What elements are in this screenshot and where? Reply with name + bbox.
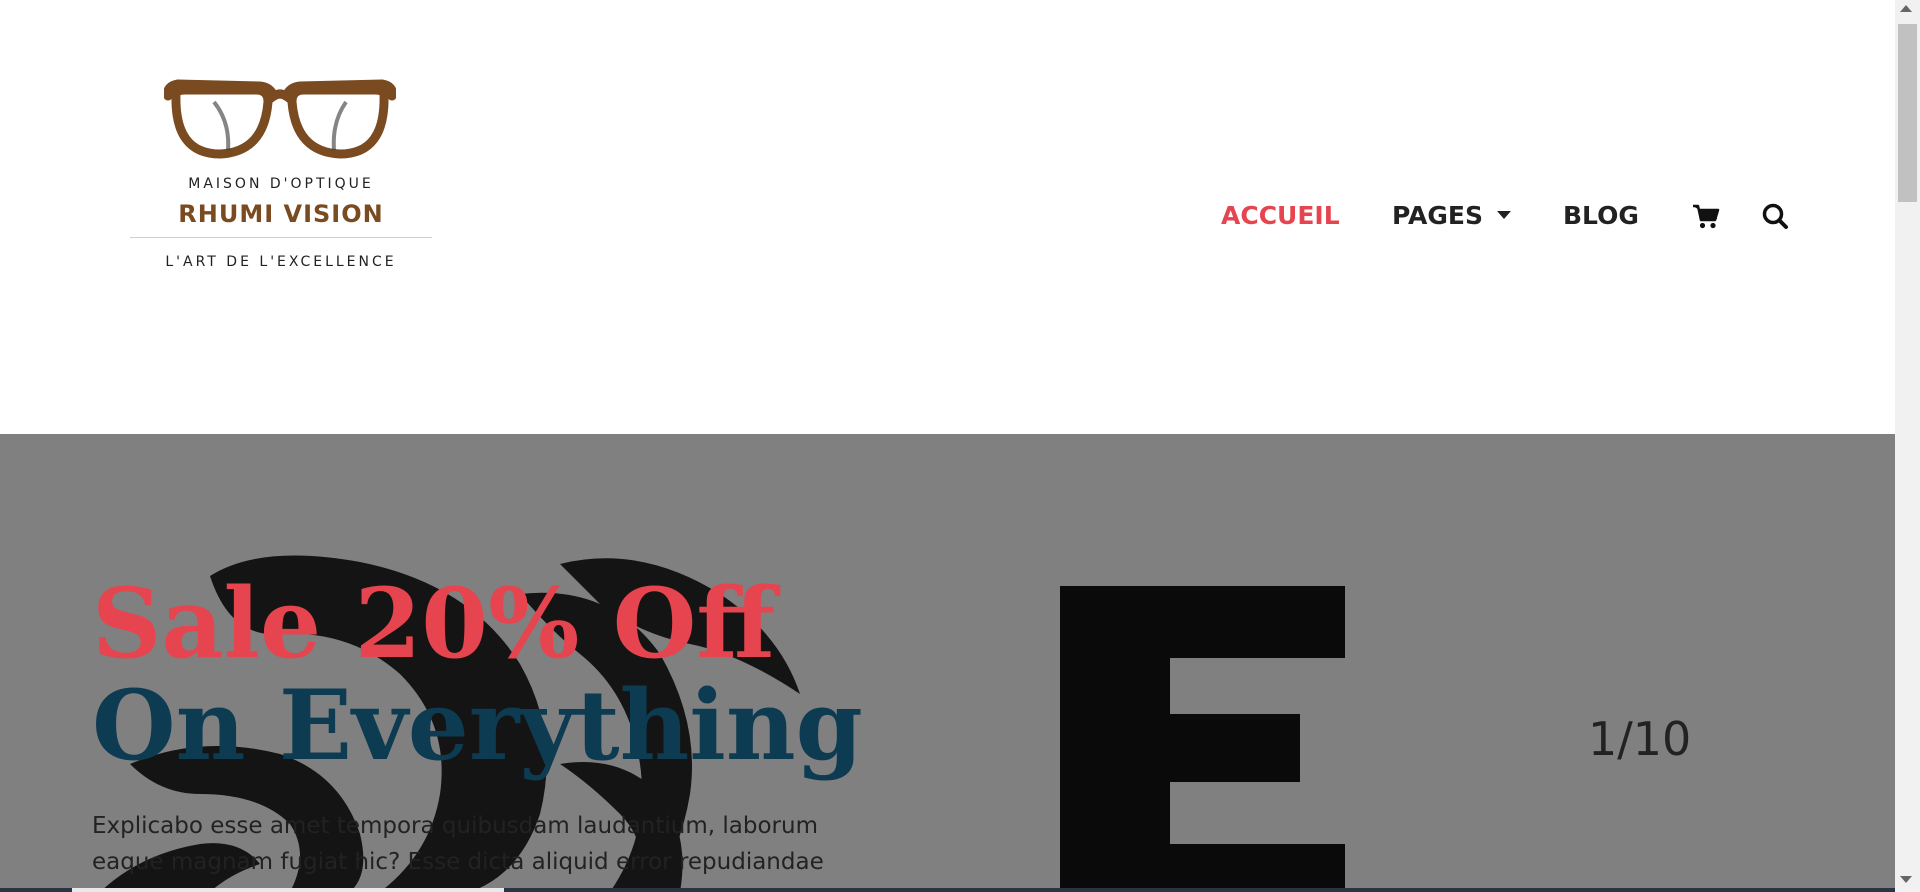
logo-tagline-bottom: L'ART DE L'EXCELLENCE <box>165 254 397 270</box>
cart-button[interactable] <box>1690 200 1722 232</box>
nav-item-blog[interactable]: BLOG <box>1563 198 1639 234</box>
search-button[interactable] <box>1760 200 1792 232</box>
nav-item-label: PAGES <box>1392 201 1483 230</box>
logo-tagline-top: MAISON D'OPTIQUE <box>188 176 374 192</box>
brand-logo[interactable]: MAISON D'OPTIQUE RHUMI VISION L'ART DE L… <box>128 64 434 278</box>
logo-divider <box>130 237 432 238</box>
logo-brand-name: RHUMI VISION <box>178 200 384 228</box>
search-icon <box>1762 203 1788 229</box>
scroll-up-icon[interactable] <box>1900 5 1912 12</box>
scrollbar-thumb[interactable] <box>1898 24 1917 202</box>
hero-headline-line2: On Everything <box>92 669 863 782</box>
hero-body-text: Explicabo esse amet tempora quibusdam la… <box>92 813 824 875</box>
nav-item-label: ACCUEIL <box>1221 201 1340 230</box>
hero-slider[interactable]: Sale 20% Off On Everything Explicabo ess… <box>0 434 1895 892</box>
site-header: MAISON D'OPTIQUE RHUMI VISION L'ART DE L… <box>0 0 1895 434</box>
slider-progress-bar <box>0 888 1895 892</box>
slide-counter: 1/10 <box>1588 712 1692 766</box>
scroll-down-icon[interactable] <box>1900 876 1912 883</box>
glasses-icon <box>164 79 396 159</box>
nav-item-label: BLOG <box>1563 201 1639 230</box>
caret-down-icon <box>1496 211 1511 219</box>
hero-headline-line1: Sale 20% Off <box>92 567 776 680</box>
nav-item-pages[interactable]: PAGES <box>1392 198 1511 234</box>
slider-progress-fill <box>72 888 504 892</box>
cart-icon <box>1693 204 1720 229</box>
nav-item-accueil[interactable]: ACCUEIL <box>1221 198 1340 234</box>
